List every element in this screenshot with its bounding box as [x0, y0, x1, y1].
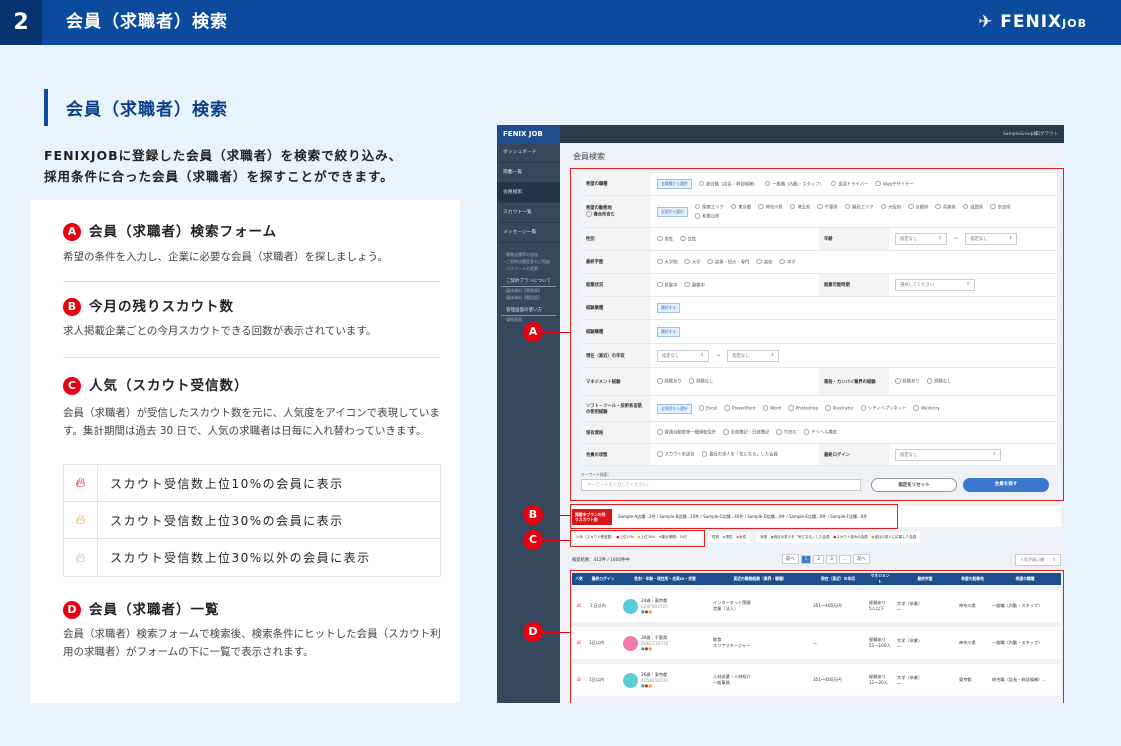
callout-line — [543, 540, 570, 541]
item-c-heading: C 人気（スカウト受信数） — [63, 374, 249, 395]
sort-select[interactable]: 人気が高い順 ⇕ — [1015, 554, 1061, 566]
item-b-desc: 求人掲載企業ごとの今月スカウトできる回数が表示されています。 — [63, 325, 377, 337]
nav-scouts[interactable]: スカウト一覧 — [497, 203, 560, 223]
nav-listings[interactable]: 掲載一覧 — [497, 163, 560, 183]
prev-page[interactable]: 前へ — [782, 554, 799, 564]
page-3[interactable]: 3 — [826, 555, 837, 564]
callout-line — [543, 632, 570, 633]
app-page-title: 会員検索 — [573, 152, 605, 161]
callout-a: A — [523, 322, 543, 342]
section-title: 会員（求職者）検索 — [66, 100, 228, 120]
fenixjob-logo: ✈ FENIXJOB — [978, 12, 1087, 32]
manual-heading: 管理画面の使い方 — [501, 301, 556, 316]
page-2[interactable]: 2 — [813, 555, 825, 564]
header-title: 会員（求職者）検索 — [66, 12, 228, 32]
next-page[interactable]: 次へ — [852, 554, 870, 564]
flame-yellow-icon: 🔥︎ — [64, 501, 98, 539]
member-search-screenshot: FENIX JOB SampleGroup様 ログアウト ダッシュボード 掲載一… — [497, 125, 1064, 703]
highlight-a — [570, 168, 1064, 501]
nav-member-search[interactable]: 会員検索 — [497, 183, 560, 203]
callout-line — [543, 332, 570, 333]
flame-red-icon: 🔥︎ — [64, 464, 98, 502]
plan-heading: ご契約プランについて — [501, 272, 556, 287]
item-c-desc: 会員（求職者）が受信したスカウト数を元に、人気度をアイコンで表現しています。集計… — [63, 407, 440, 437]
section-accent-bar — [44, 89, 48, 126]
side-link[interactable]: ・パスワードの変更 — [497, 265, 560, 272]
section-intro: FENIXJOBに登録した会員（求職者）を検索で絞り込み、 採用条件に合った会員（… — [44, 148, 403, 184]
callout-c: C — [523, 530, 543, 550]
flame-gray-icon: 🔥︎ — [64, 539, 98, 576]
highlight-d — [570, 570, 1064, 703]
nav-dashboard[interactable]: ダッシュボード — [497, 143, 560, 163]
item-d-desc: 会員（求職者）検索フォームで検索後、検索条件にヒットした会員（スカウト利用の求職… — [63, 628, 441, 658]
app-logo: FENIX JOB — [497, 125, 560, 143]
side-link[interactable]: ・ご契約店舗変更のご相談 — [497, 258, 560, 265]
page-1[interactable]: 1 — [800, 555, 812, 564]
highlight-b — [570, 504, 898, 529]
nav-messages[interactable]: メッセージ一覧 — [497, 223, 560, 243]
popularity-row: 🔥︎ スカウト受信数上位30%の会員に表示 — [64, 501, 440, 539]
item-b-heading: B 今月の残りスカウト数 — [63, 295, 234, 316]
pagination: 前へ 1 2 3... 次へ — [782, 554, 872, 564]
app-sidebar: ダッシュボード 掲載一覧 会員検索 スカウト一覧 メッセージ一覧 ・募集店舗等の… — [497, 143, 560, 703]
divider — [63, 357, 440, 358]
page-header: 2 会員（求職者）検索 ✈ FENIXJOB — [0, 0, 1121, 45]
user-name: SampleGroup様 — [1002, 132, 1038, 137]
item-a-desc: 希望の条件を入力し、企業に必要な会員（求職者）を探しましょう。 — [63, 251, 388, 263]
side-link[interactable]: ・募集店舗等の追加 — [497, 251, 560, 258]
item-a-heading: A 会員（求職者）検索フォーム — [63, 220, 277, 241]
section-number: 2 — [0, 0, 42, 45]
side-link[interactable]: ・媒体資料【関西版】 — [497, 294, 560, 301]
popularity-legend-table: 🔥︎ スカウト受信数上位10%の会員に表示 🔥︎ スカウト受信数上位30%の会員に表… — [63, 464, 441, 577]
explanation-card: A 会員（求職者）検索フォーム 希望の条件を入力し、企業に必要な会員（求職者）を探… — [30, 200, 460, 703]
callout-line — [543, 515, 570, 516]
result-count: 検索結果：412件 / 1600件中 — [572, 558, 630, 563]
logout-link[interactable]: ログアウト — [1036, 131, 1059, 137]
popularity-row: 🔥︎ スカウト受信数上位10%の会員に表示 — [64, 464, 440, 502]
item-d-heading: D 会員（求職者）一覧 — [63, 598, 220, 619]
popularity-row: 🔥︎ スカウト受信数上位30%以外の会員に表示 — [64, 539, 440, 576]
callout-b: B — [523, 505, 543, 525]
app-topbar — [497, 125, 1064, 143]
side-link[interactable]: ・媒体資料【関東版】 — [497, 287, 560, 294]
highlight-c — [570, 530, 705, 547]
page-ellipsis: ... — [838, 555, 851, 564]
divider — [63, 281, 440, 282]
callout-d: D — [523, 622, 543, 642]
